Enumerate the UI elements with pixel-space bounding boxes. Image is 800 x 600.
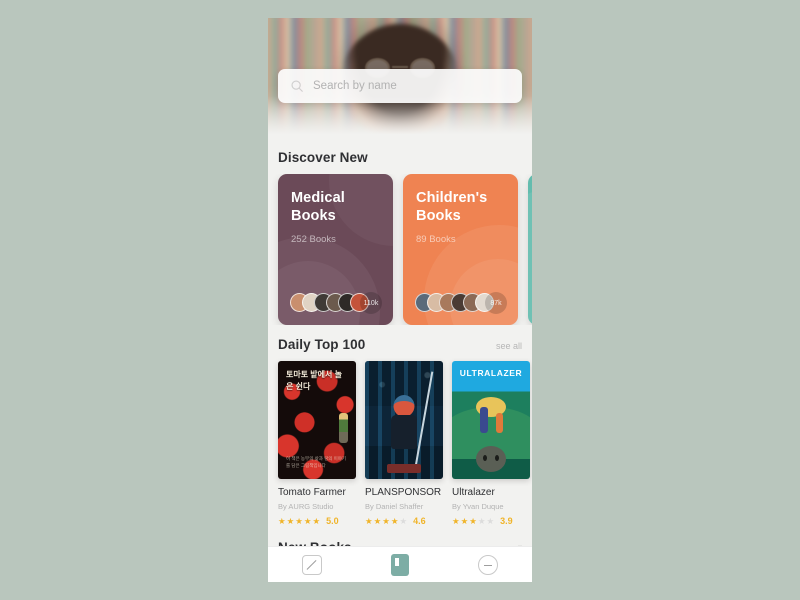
search-input[interactable] [313,80,510,92]
book-cover-figure-two [496,413,503,433]
section-title-discover: Discover New [278,150,368,165]
screenshot-canvas: Discover New MedicalBooks 252 Books 110k [0,0,800,600]
bottom-navigation [268,546,532,582]
category-carousel[interactable]: Medical Books 252 Books 110k Children's Bo… [268,174,532,325]
account-circle-icon [478,554,498,575]
book-icon [391,553,409,576]
book-cover-stone-face [476,446,506,472]
rating-value: 5.0 [326,516,339,526]
rating-value: 4.6 [413,516,426,526]
section-title-daily: Daily Top 100 [278,337,366,352]
nav-item-profile[interactable] [444,554,532,575]
book-item[interactable]: PLANSPONSOR By Daniel Shaffer ★ ★ ★ ★ ★ 4.6 [365,361,443,526]
discover-section-header: Discover New [268,150,532,165]
category-count-badge: 87k [485,292,507,314]
category-card-medical[interactable]: Medical Books 252 Books 110k [278,174,393,325]
book-cover-figure [339,413,348,443]
book-cover-figure-head [393,395,415,417]
book-cover-text: ULTRALAZER [459,368,523,378]
see-all-daily[interactable]: see all [496,341,522,351]
book-cover-figure-body [391,415,417,449]
book-cover[interactable] [365,361,443,479]
category-card-count: 89 Books [416,234,456,246]
book-title: Tomato Farmer [278,487,346,498]
hero-header [268,18,532,138]
search-icon [291,80,303,92]
phone-screen: Discover New MedicalBooks 252 Books 110k [268,18,532,582]
rating-value: 3.9 [500,516,513,526]
daily-section-header: Daily Top 100 see all [268,337,532,352]
book-cover[interactable]: 토마토 밭에서 놀은 쉰다 이 책은 농부의 삶과 땅의 이야기를 담은 그림책… [278,361,356,479]
book-list: 토마토 밭에서 놀은 쉰다 이 책은 농부의 삶과 땅의 이야기를 담은 그림책… [268,361,532,526]
book-title: Ultralazer [452,487,495,498]
category-card-business[interactable]: B& 43 [528,174,532,325]
book-author: By Yvan Duque [452,502,504,511]
category-avatar-stack [415,293,494,312]
search-bar[interactable] [278,69,522,103]
book-author: By Daniel Shaffer [365,502,424,511]
category-card-title: Children's Books [416,190,488,224]
book-cover-text: 토마토 밭에서 놀은 쉰다 [286,370,342,391]
book-title: PLANSPONSOR [365,487,442,498]
nav-item-edit[interactable] [268,554,356,575]
category-count-badge: 110k [360,292,382,314]
nav-item-library[interactable] [356,553,444,576]
book-cover-base [387,464,421,473]
book-cover-figure-one [480,407,488,433]
category-avatar-stack [290,293,369,312]
pencil-square-icon [302,554,322,575]
category-card-count: 252 Books [291,234,336,246]
book-cover[interactable]: ULTRALAZER [452,361,530,479]
category-card-title: Medical Books [291,190,345,224]
book-cover-caption: 이 책은 농부의 삶과 땅의 이야기를 담은 그림책입니다 [286,455,347,469]
rating-stars: ★ ★ ★ ★ ★ 5.0 [278,515,339,526]
book-author: By AURG Studio [278,502,334,511]
category-card-childrens[interactable]: Children's Books 89 Books 87k [403,174,518,325]
rating-stars: ★ ★ ★ ★ ★ 4.6 [365,515,426,526]
rating-stars: ★ ★ ★ ★ ★ 3.9 [452,515,513,526]
book-item[interactable]: 토마토 밭에서 놀은 쉰다 이 책은 농부의 삶과 땅의 이야기를 담은 그림책… [278,361,356,526]
book-item[interactable]: ULTRALAZER Ultralazer By Yvan Duque ★ ★ ★ ★… [452,361,530,526]
